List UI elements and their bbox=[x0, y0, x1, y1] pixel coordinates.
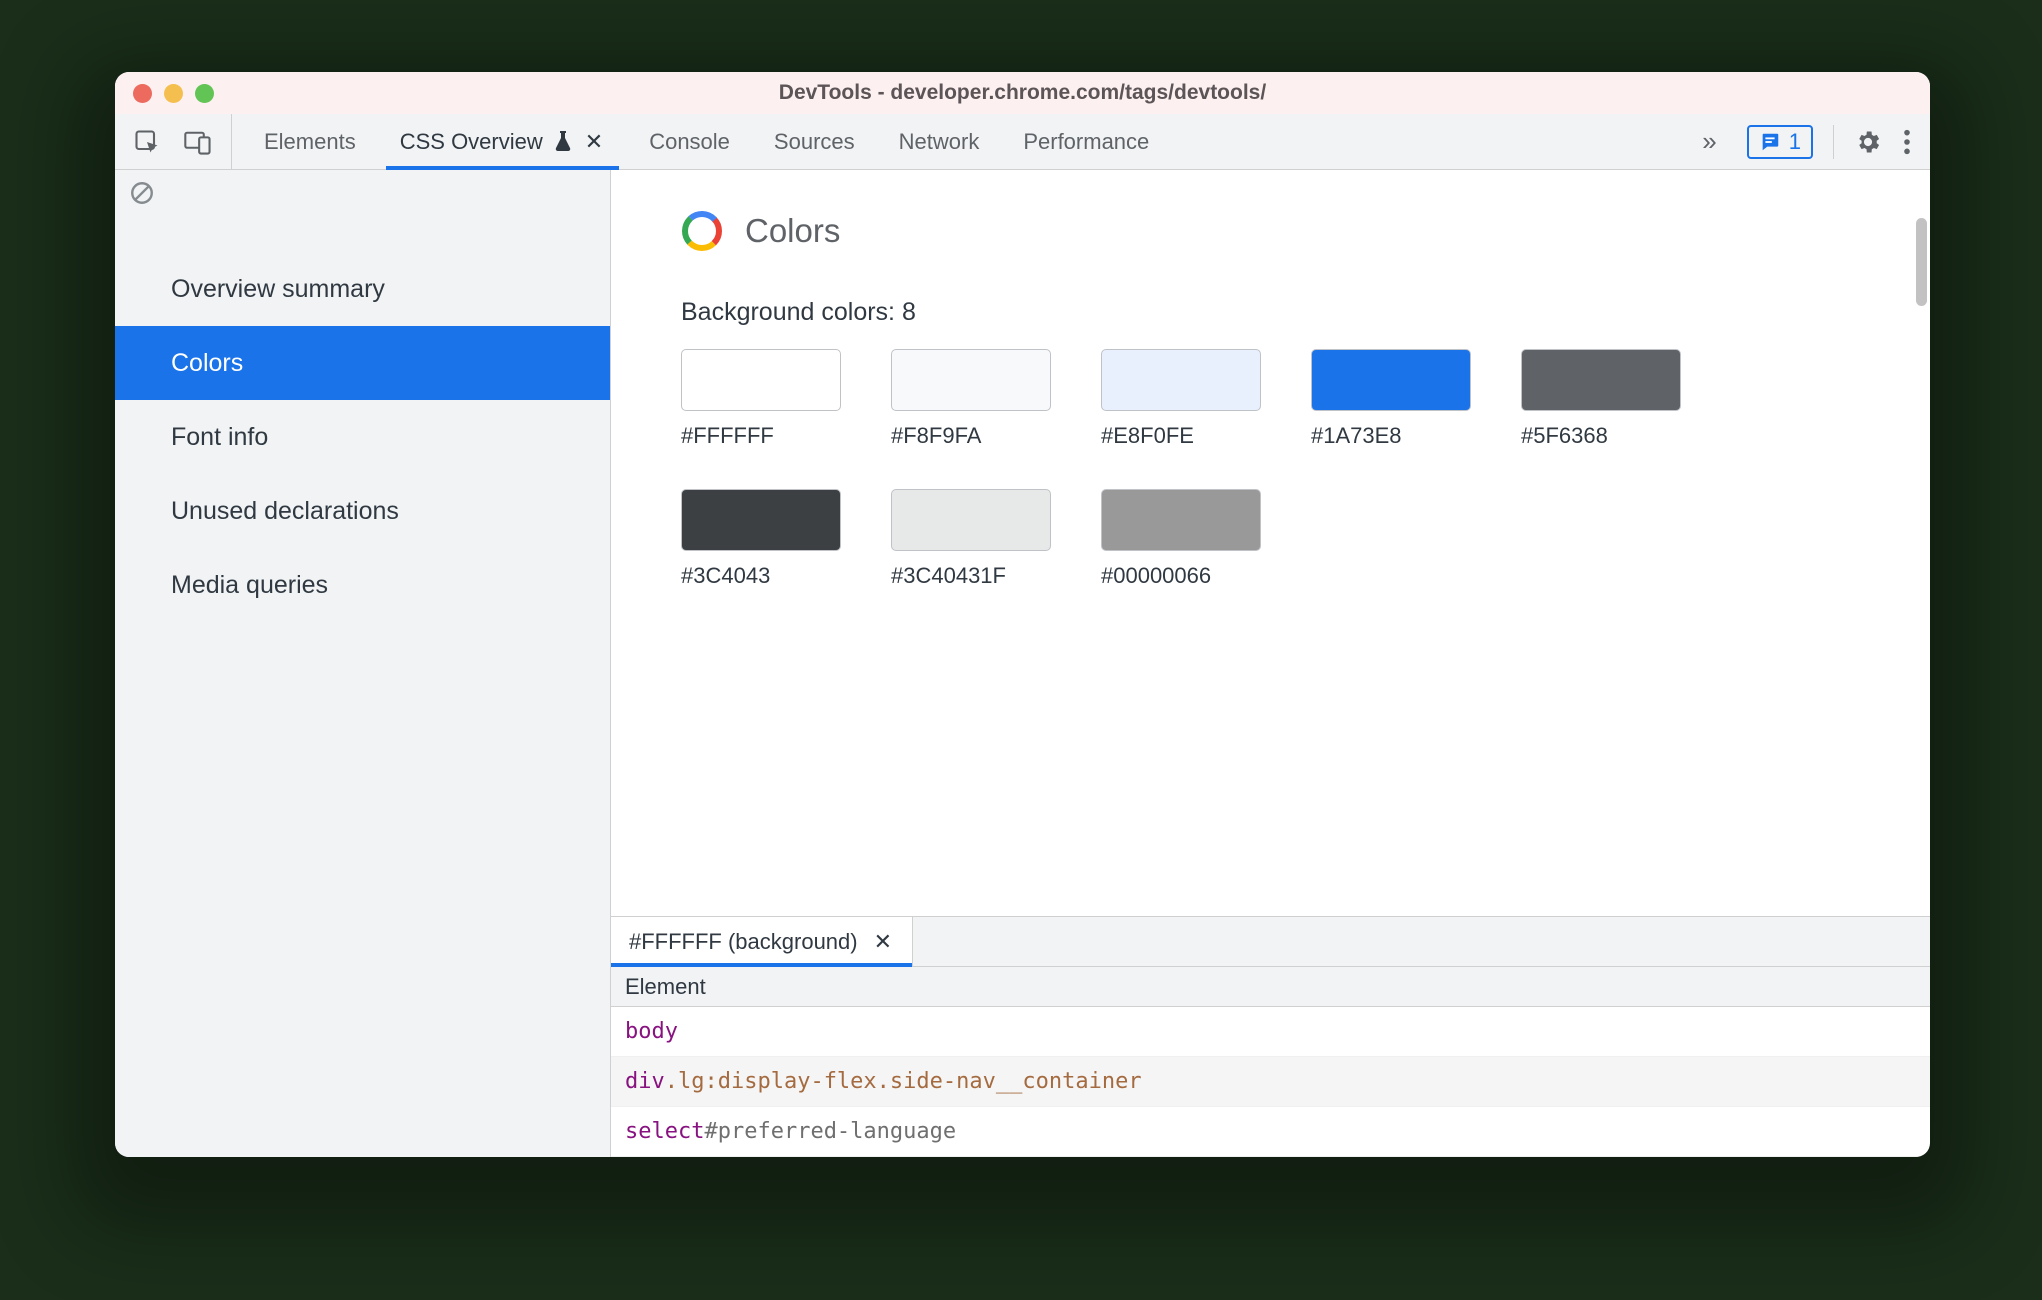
window-title: DevTools - developer.chrome.com/tags/dev… bbox=[115, 81, 1930, 105]
tab-label: Sources bbox=[774, 129, 855, 155]
sidebar-item-label: Media queries bbox=[171, 571, 328, 600]
swatch-color bbox=[681, 489, 841, 551]
close-window-button[interactable] bbox=[133, 84, 152, 103]
swatch-item[interactable]: #1A73E8 bbox=[1311, 349, 1471, 449]
sidebar-item-overview-summary[interactable]: Overview summary bbox=[115, 252, 610, 326]
panel-tabs: Elements CSS Overview ✕ Console Sources … bbox=[232, 114, 1171, 169]
swatch-item[interactable]: #00000066 bbox=[1101, 489, 1261, 589]
sidebar-item-font-info[interactable]: Font info bbox=[115, 400, 610, 474]
swatch-label: #F8F9FA bbox=[891, 423, 1051, 449]
swatch-color bbox=[891, 349, 1051, 411]
table-row[interactable]: div.lg:display-flex.side-nav__container bbox=[611, 1057, 1930, 1107]
swatch-color bbox=[1101, 349, 1261, 411]
tab-sources[interactable]: Sources bbox=[752, 114, 877, 169]
element-tag: div bbox=[625, 1069, 665, 1094]
minimize-window-button[interactable] bbox=[164, 84, 183, 103]
swatch-item[interactable]: #5F6368 bbox=[1521, 349, 1681, 449]
more-tabs-icon[interactable]: » bbox=[1692, 126, 1726, 157]
swatch-label: #5F6368 bbox=[1521, 423, 1681, 449]
column-header: Element bbox=[625, 974, 706, 1000]
details-table-header: Element bbox=[611, 967, 1930, 1007]
element-tag: body bbox=[625, 1019, 678, 1044]
details-tab[interactable]: #FFFFFF (background) ✕ bbox=[611, 917, 913, 966]
swatch-grid: #FFFFFF #F8F9FA #E8F0FE #1A73E8 #5F6368 #3C40… bbox=[681, 349, 1860, 589]
element-tag: select bbox=[625, 1119, 704, 1144]
element-selector: #preferred-language bbox=[704, 1119, 956, 1144]
tabbar-left-tools bbox=[115, 114, 232, 169]
sidebar-item-colors[interactable]: Colors bbox=[115, 326, 610, 400]
swatch-label: #00000066 bbox=[1101, 563, 1261, 589]
swatch-color bbox=[1101, 489, 1261, 551]
swatch-item[interactable]: #F8F9FA bbox=[891, 349, 1051, 449]
maximize-window-button[interactable] bbox=[195, 84, 214, 103]
swatch-color bbox=[891, 489, 1051, 551]
swatch-color bbox=[1521, 349, 1681, 411]
details-panel: #FFFFFF (background) ✕ Element body div.l… bbox=[611, 916, 1930, 1157]
swatch-color bbox=[1311, 349, 1471, 411]
section-header: Colors bbox=[681, 210, 1860, 252]
swatch-label: #FFFFFF bbox=[681, 423, 841, 449]
sidebar-item-label: Overview summary bbox=[171, 275, 385, 304]
sidebar-item-media-queries[interactable]: Media queries bbox=[115, 548, 610, 622]
close-tab-icon[interactable]: ✕ bbox=[583, 131, 605, 153]
sidebar-list: Overview summary Colors Font info Unused… bbox=[115, 216, 610, 622]
experiment-flask-icon bbox=[553, 131, 573, 153]
swatch-item[interactable]: #FFFFFF bbox=[681, 349, 841, 449]
sidebar-item-label: Unused declarations bbox=[171, 497, 399, 526]
color-ring-icon bbox=[681, 210, 723, 252]
tab-label: Elements bbox=[264, 129, 356, 155]
tabbar-right-tools: » 1 bbox=[1692, 125, 1930, 159]
sidebar-item-label: Font info bbox=[171, 423, 268, 452]
clear-overview-icon[interactable] bbox=[129, 180, 155, 206]
main-tabbar: Elements CSS Overview ✕ Console Sources … bbox=[115, 114, 1930, 170]
sidebar-toolbar bbox=[115, 170, 610, 216]
more-options-icon[interactable] bbox=[1902, 128, 1912, 156]
toggle-device-toolbar-icon[interactable] bbox=[183, 128, 213, 156]
sidebar: Overview summary Colors Font info Unused… bbox=[115, 170, 611, 1157]
colors-section: Colors Background colors: 8 #FFFFFF #F8F9… bbox=[611, 170, 1930, 916]
swatch-label: #1A73E8 bbox=[1311, 423, 1471, 449]
swatch-label: #3C40431F bbox=[891, 563, 1051, 589]
swatch-item[interactable]: #3C40431F bbox=[891, 489, 1051, 589]
sidebar-item-label: Colors bbox=[171, 349, 243, 378]
swatch-label: #3C4043 bbox=[681, 563, 841, 589]
details-tab-label: #FFFFFF (background) bbox=[629, 929, 858, 955]
tab-css-overview[interactable]: CSS Overview ✕ bbox=[378, 114, 627, 169]
issues-button[interactable]: 1 bbox=[1747, 125, 1813, 159]
traffic-lights bbox=[133, 84, 214, 103]
tab-performance[interactable]: Performance bbox=[1001, 114, 1171, 169]
tab-label: Network bbox=[899, 129, 980, 155]
tab-elements[interactable]: Elements bbox=[242, 114, 378, 169]
swatch-label: #E8F0FE bbox=[1101, 423, 1261, 449]
main-panel: Colors Background colors: 8 #FFFFFF #F8F9… bbox=[611, 170, 1930, 1157]
details-tabs: #FFFFFF (background) ✕ bbox=[611, 917, 1930, 967]
table-row[interactable]: select#preferred-language bbox=[611, 1107, 1930, 1157]
element-selector: .lg:display-flex.side-nav__container bbox=[665, 1069, 1142, 1094]
table-row[interactable]: body bbox=[611, 1007, 1930, 1057]
swatch-color bbox=[681, 349, 841, 411]
titlebar: DevTools - developer.chrome.com/tags/dev… bbox=[115, 72, 1930, 114]
tab-label: CSS Overview bbox=[400, 129, 543, 155]
tab-label: Performance bbox=[1023, 129, 1149, 155]
tab-network[interactable]: Network bbox=[877, 114, 1002, 169]
issues-chat-icon bbox=[1759, 131, 1781, 153]
background-colors-subhead: Background colors: 8 bbox=[681, 298, 1860, 327]
devtools-window: DevTools - developer.chrome.com/tags/dev… bbox=[115, 72, 1930, 1157]
details-table-body: body div.lg:display-flex.side-nav__contai… bbox=[611, 1007, 1930, 1157]
tab-label: Console bbox=[649, 129, 730, 155]
section-title: Colors bbox=[745, 212, 840, 250]
body: Overview summary Colors Font info Unused… bbox=[115, 170, 1930, 1157]
settings-icon[interactable] bbox=[1854, 128, 1882, 156]
swatch-item[interactable]: #E8F0FE bbox=[1101, 349, 1261, 449]
swatch-item[interactable]: #3C4043 bbox=[681, 489, 841, 589]
divider bbox=[1833, 125, 1834, 159]
sidebar-item-unused-declarations[interactable]: Unused declarations bbox=[115, 474, 610, 548]
issues-count: 1 bbox=[1789, 129, 1801, 155]
scrollbar-thumb[interactable] bbox=[1916, 218, 1927, 306]
tab-console[interactable]: Console bbox=[627, 114, 752, 169]
close-details-tab-icon[interactable]: ✕ bbox=[872, 931, 894, 953]
inspect-element-icon[interactable] bbox=[133, 128, 161, 156]
